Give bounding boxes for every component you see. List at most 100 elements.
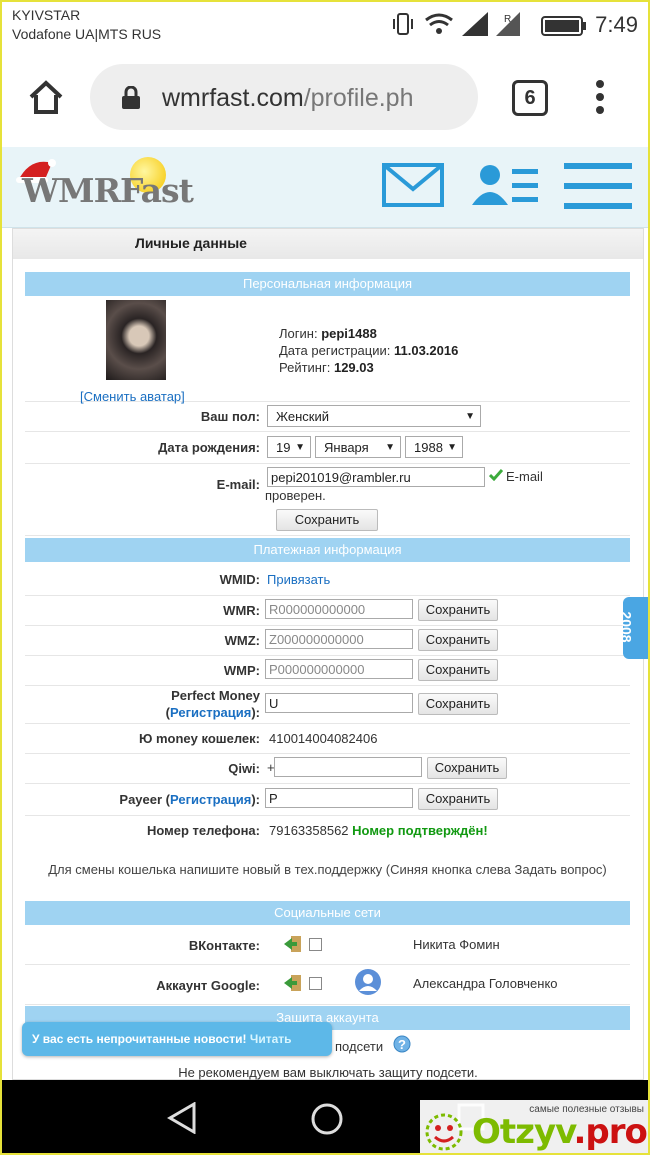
url-text: wmrfast.com/profile.ph [162,84,413,113]
email-input[interactable]: pepi201019@rambler.ru [267,467,485,487]
save-perfect-money-button[interactable]: Сохранить [418,693,498,715]
rating-label: Рейтинг: [279,360,331,375]
birth-year-select[interactable]: 1988 ▼ [405,436,463,458]
save-qiwi-button[interactable]: Сохранить [427,757,507,779]
wmid-link[interactable]: Привязать [267,572,330,587]
perfect-money-label-2: (Регистрация): [165,705,260,720]
wmr-input[interactable]: R000000000000 [265,599,413,619]
status-icons: R [393,12,586,36]
google-row: Аккаунт Google: Александра Головченко [25,964,630,1005]
wmz-label: WMZ: [224,633,260,648]
qiwi-input[interactable] [274,757,422,777]
vk-name: Никита Фомин [413,937,500,952]
subnet-warning: Не рекомендуем вам выключать защиту подс… [178,1065,478,1080]
birth-year-value: 1988 [414,440,443,455]
section-social-header: Социальные сети [25,901,630,925]
birth-month-select[interactable]: Января ▼ [315,436,401,458]
qiwi-row: Qiwi: + Сохранить [25,753,630,784]
phone-label: Номер телефона: [146,823,260,838]
wmp-row: WMP: P000000000000 Сохранить [25,655,630,686]
more-options-icon[interactable] [594,80,606,116]
email-status-2: проверен. [265,488,326,503]
unread-news-toast[interactable]: У вас есть непрочитанные новости! Читать [22,1022,332,1056]
save-personal-button[interactable]: Сохранить [276,509,378,531]
login-arrow-icon [284,936,301,952]
wmid-label: WMID: [219,572,260,587]
chevron-down-icon: ▼ [295,442,305,453]
clock: 7:49 [595,12,638,37]
email-row: E-mail: pepi201019@rambler.ru E-mail про… [25,463,630,536]
birthdate-label: Дата рождения: [158,440,260,455]
phone-row: Номер телефона: 79163358562 Номер подтве… [25,815,630,845]
yoomoney-row: Ю money кошелек: 410014004082406 [25,723,630,754]
wmp-label: WMP: [223,663,260,678]
email-status-1: E-mail [506,469,543,484]
ask-question-side-tab[interactable]: 2008 [619,597,648,659]
home-icon[interactable] [26,78,66,116]
email-label: E-mail: [216,477,260,492]
carrier-secondary: Vodafone UA|MTS RUS [12,26,162,42]
payeer-input[interactable]: P [265,788,413,808]
birth-day-select[interactable]: 19 ▼ [267,436,311,458]
save-wmp-button[interactable]: Сохранить [418,659,498,681]
login-arrow-icon [284,975,301,991]
login-label: Логин: [279,326,318,341]
wmz-row: WMZ: Z000000000000 Сохранить [25,625,630,656]
reg-date-label: Дата регистрации: [279,343,391,358]
otzyv-watermark: самые полезные отзывы Otzyv.pro [420,1100,648,1153]
signal-roaming-icon: R [496,12,520,36]
profile-info: Логин: pepi1488 Дата регистрации: 11.03.… [279,325,458,376]
payeer-row: Payeer (Регистрация): P Сохранить [25,783,630,816]
home-circle-icon[interactable] [310,1102,344,1136]
smiley-logo-icon [425,1113,463,1151]
phone-status: Номер подтверждён! [352,823,488,838]
menu-icon[interactable] [564,163,632,209]
address-bar[interactable]: wmrfast.com/profile.ph [90,64,478,130]
gender-select[interactable]: Женский ▼ [267,405,481,427]
toast-read-link[interactable]: Читать [250,1032,292,1046]
page-title-bar: Личные данные [13,229,643,259]
back-icon[interactable] [166,1102,198,1134]
birth-month-value: Января [324,440,369,455]
wmz-input[interactable]: Z000000000000 [265,629,413,649]
lock-icon [122,86,140,109]
tab-switcher-button[interactable]: 6 [512,80,548,116]
save-wmr-button[interactable]: Сохранить [418,599,498,621]
payeer-label: Payeer (Регистрация): [119,792,260,807]
vk-checkbox[interactable] [309,938,322,951]
carrier-primary: KYIVSTAR [12,7,81,23]
perfect-money-register-link[interactable]: Регистрация [170,705,251,720]
wmid-row: WMID: Привязать [25,563,630,596]
wallet-change-note: Для смены кошелька напишите новый в тех.… [48,862,607,877]
site-logo[interactable]: WMRFast [22,171,194,210]
vibrate-icon [393,13,413,35]
section-payment-header: Платежная информация [25,538,630,562]
gender-row: Ваш пол: Женский ▼ [25,401,630,432]
wmr-label: WMR: [223,603,260,618]
mail-icon[interactable] [382,161,444,209]
yoomoney-value: 410014004082406 [269,731,378,746]
user-avatar [106,300,166,380]
payeer-register-link[interactable]: Регистрация [170,792,251,807]
qiwi-label: Qiwi: [228,761,260,776]
perfect-money-label: Perfect Money [171,688,260,703]
save-wmz-button[interactable]: Сохранить [418,629,498,651]
browser-toolbar: wmrfast.com/profile.ph 6 [2,52,648,142]
chevron-down-icon: ▼ [385,442,395,453]
vk-label: ВКонтакте: [188,938,260,953]
save-payeer-button[interactable]: Сохранить [418,788,498,810]
gender-label: Ваш пол: [200,409,260,424]
help-icon[interactable]: ? [393,1035,411,1053]
google-checkbox[interactable] [309,977,322,990]
wmp-input[interactable]: P000000000000 [265,659,413,679]
toast-text: У вас есть непрочитанные новости! [32,1032,247,1046]
user-avatar-icon [355,969,381,995]
perfect-money-input[interactable]: U [265,693,413,713]
status-bar: KYIVSTAR Vodafone UA|MTS RUS R 7:49 [2,2,648,50]
profile-list-icon[interactable] [472,161,540,209]
checkmark-icon [489,469,503,481]
login-value[interactable]: pepi1488 [321,326,377,341]
svg-text:R: R [504,14,511,25]
subnet-protection-label: подсети [335,1039,384,1054]
vk-row: ВКонтакте: Никита Фомин [25,926,630,965]
